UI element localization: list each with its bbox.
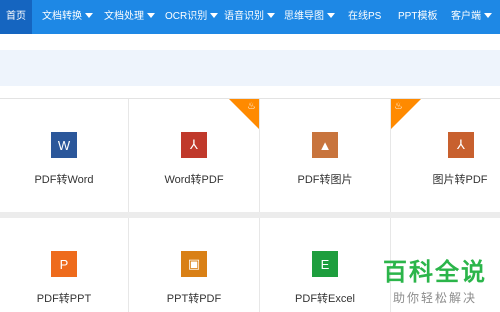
icon-glyph: ⅄: [457, 137, 465, 152]
nav-item-label: 语音识别: [224, 11, 264, 22]
nav-item-label: OCR识别: [165, 11, 208, 22]
icon-glyph: E: [320, 256, 330, 272]
tool-label: PDF转Excel: [295, 293, 355, 305]
chevron-down-icon: [147, 13, 155, 18]
icon-glyph: ⅄: [190, 137, 198, 152]
tool-label: PDF转图片: [297, 174, 353, 186]
chevron-down-icon: [267, 13, 275, 18]
chevron-down-icon: [327, 13, 335, 18]
icon-glyph: ▣: [187, 256, 201, 271]
excel-icon: E: [312, 251, 338, 277]
nav-item-speech[interactable]: 语音识别: [224, 0, 275, 34]
nav-item-client[interactable]: 客户端: [451, 0, 492, 34]
tool-label: 图片转PDF: [432, 174, 488, 186]
nav-item-ocr[interactable]: OCR识别: [165, 0, 219, 34]
watermark-title: 百科全说: [383, 259, 487, 286]
nav-item-doc-convert[interactable]: 文档转换: [42, 0, 93, 34]
tool-label: PDF转PPT: [36, 293, 92, 305]
watermark-subtitle: 助你轻松解决: [392, 291, 477, 305]
tool-card-pdf-to-word[interactable]: W PDF转Word: [0, 99, 129, 212]
tool-label: PDF转Word: [34, 174, 94, 186]
pdf-icon: ⅄: [448, 132, 474, 158]
chevron-down-icon: [484, 13, 492, 18]
tool-card-image-to-pdf[interactable]: ♨ ⅄ 图片转PDF: [391, 99, 500, 212]
nav-item-online-ps[interactable]: 在线PS: [348, 0, 381, 34]
image-icon: ▲: [312, 132, 338, 158]
nav-item-label: PPT模板: [398, 11, 438, 22]
pdf-icon: ⅄: [181, 132, 207, 158]
banner-area: [0, 50, 500, 86]
nav-item-label: 文档转换: [42, 11, 82, 22]
tool-card-pdf-to-excel[interactable]: E PDF转Excel: [260, 218, 391, 312]
tool-card-word-to-pdf[interactable]: ⅄ Word转PDF ♨: [129, 99, 260, 212]
ppt-icon: P: [51, 251, 77, 277]
tool-label: Word转PDF: [164, 174, 224, 186]
chevron-down-icon: [85, 13, 93, 18]
chevron-down-icon: [210, 13, 219, 18]
nav-item-ppt-templates[interactable]: PPT模板: [398, 0, 437, 34]
tool-card-pdf-to-image[interactable]: ▲ PDF转图片: [260, 99, 391, 212]
icon-glyph: W: [57, 137, 71, 153]
ppt-pdf-icon: ▣: [181, 251, 207, 277]
watermark: 百科全说 助你轻松解决: [376, 252, 494, 306]
word-icon: W: [51, 132, 77, 158]
flame-icon: ♨: [394, 101, 403, 112]
tool-label: PPT转PDF: [166, 293, 222, 305]
flame-icon: ♨: [247, 101, 256, 112]
nav-item-label: 首页: [6, 11, 26, 22]
nav-item-label: 文档处理: [104, 11, 144, 22]
nav-item-label: 在线PS: [348, 11, 382, 22]
icon-glyph: P: [59, 256, 69, 272]
nav-item-home[interactable]: 首页: [0, 0, 32, 34]
nav-item-label: 思维导图: [284, 11, 324, 22]
tool-card-pdf-to-ppt[interactable]: P PDF转PPT: [0, 218, 129, 312]
nav-item-doc-process[interactable]: 文档处理: [104, 0, 155, 34]
icon-glyph: ▲: [318, 137, 332, 153]
tool-card-ppt-to-pdf[interactable]: ▣ PPT转PDF: [129, 218, 260, 312]
nav-item-mindmap[interactable]: 思维导图: [284, 0, 335, 34]
top-nav: 首页 文档转换 文档处理 OCR识别 语音识别 思维导图 在线PS PPT模板 …: [0, 0, 500, 34]
nav-item-label: 客户端: [451, 11, 481, 22]
